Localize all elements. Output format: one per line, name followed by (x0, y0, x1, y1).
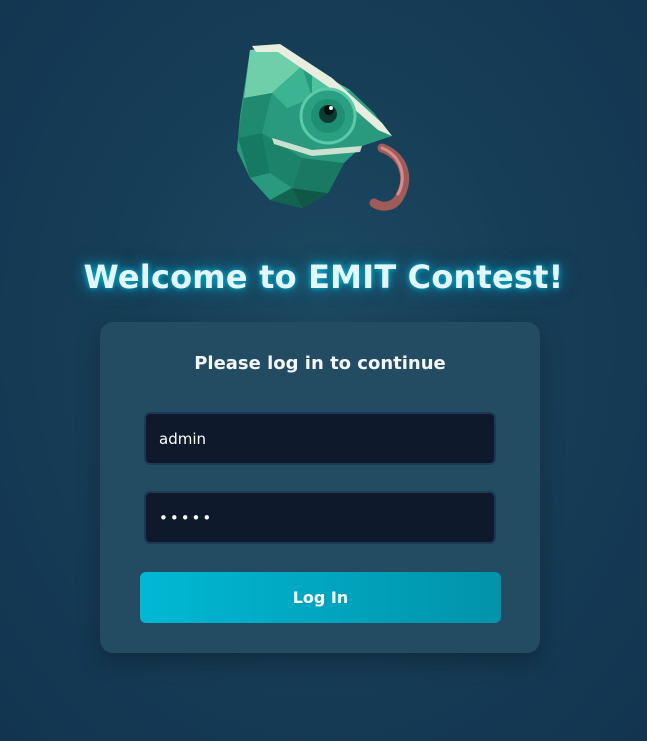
login-card: Please log in to continue Log In (100, 322, 540, 653)
password-input[interactable] (144, 491, 496, 544)
login-heading: Please log in to continue (194, 353, 446, 374)
login-button[interactable]: Log In (140, 572, 501, 623)
username-input[interactable] (144, 412, 496, 465)
page-title: Welcome to EMIT Contest! (83, 258, 564, 296)
chameleon-logo-icon (232, 38, 412, 218)
